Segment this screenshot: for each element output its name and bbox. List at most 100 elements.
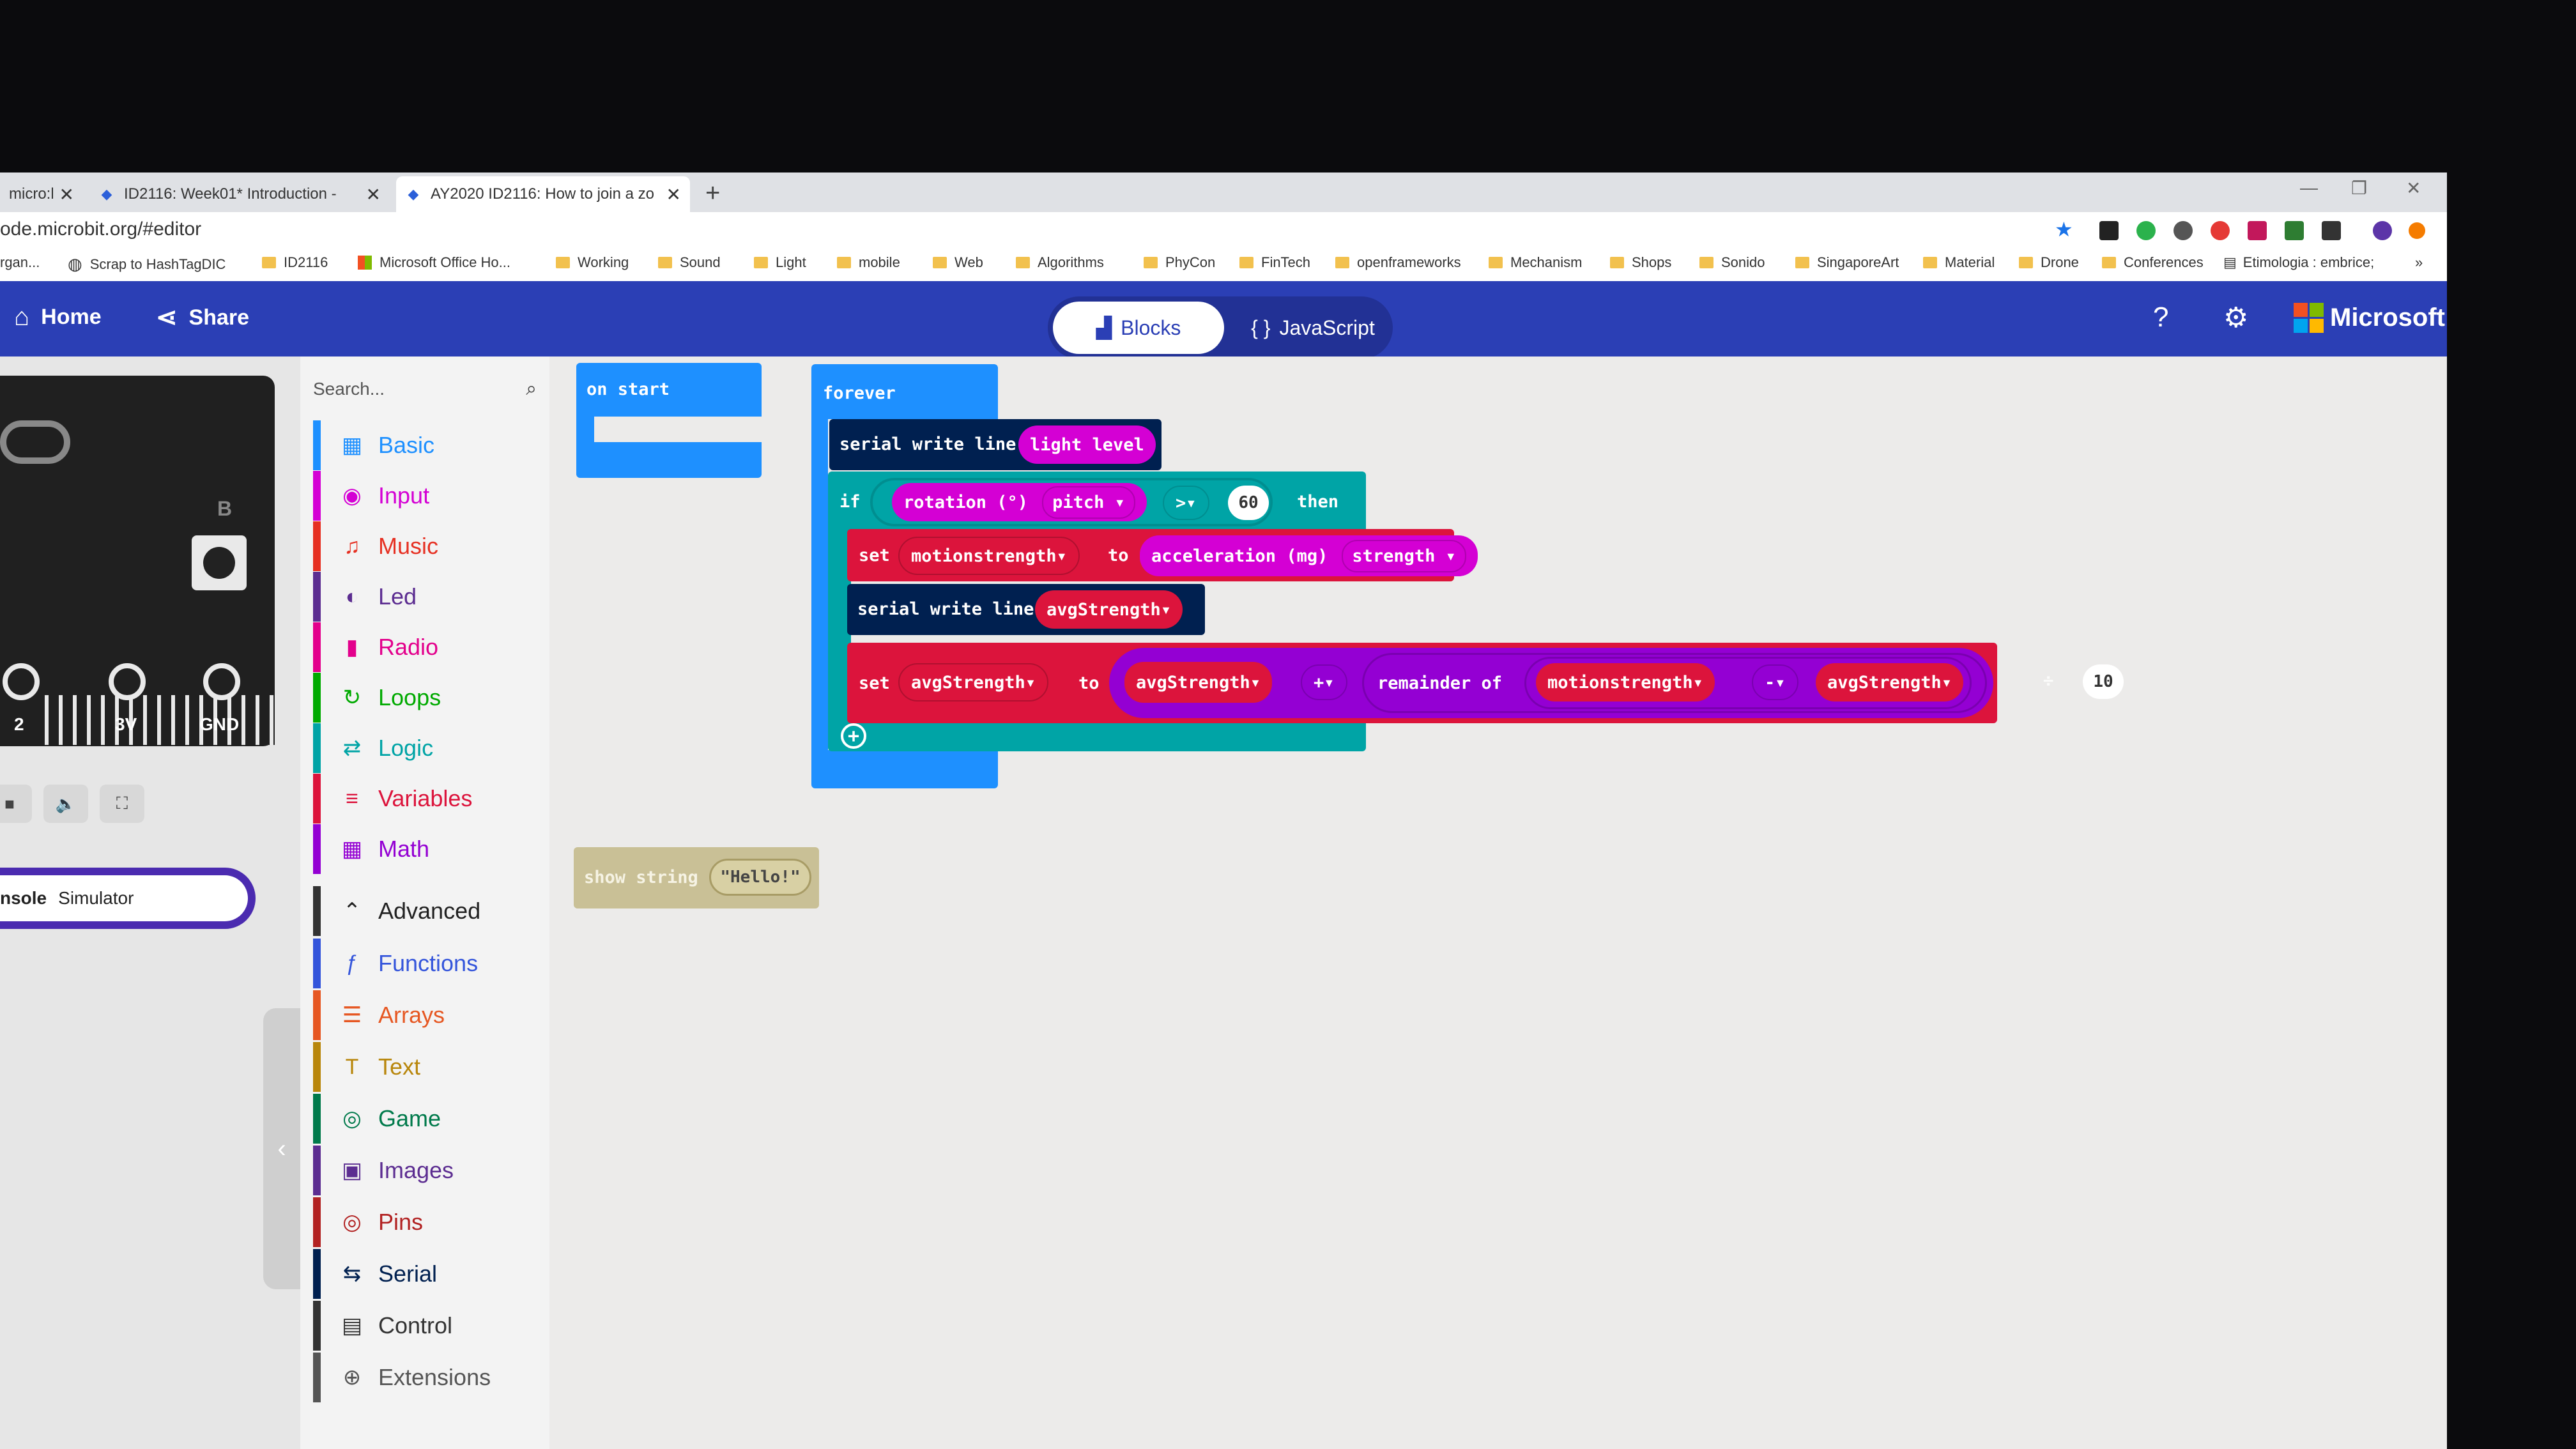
pin-2-hole[interactable] bbox=[3, 663, 40, 700]
operator-dropdown[interactable]: + bbox=[1301, 664, 1347, 700]
category-images[interactable]: ▣ Images bbox=[313, 1146, 543, 1195]
close-tab-icon[interactable]: ✕ bbox=[366, 184, 381, 205]
bookmark-item[interactable]: rgan... bbox=[0, 254, 40, 271]
fullscreen-icon[interactable]: ⛶ bbox=[100, 785, 144, 823]
search-icon[interactable]: ⌕ bbox=[526, 378, 537, 400]
strength-dropdown[interactable]: strength bbox=[1342, 539, 1466, 572]
category-music[interactable]: ♫ Music bbox=[313, 521, 543, 571]
category-math[interactable]: ▦ Math bbox=[313, 824, 543, 874]
blocks-tab[interactable]: ▟ Blocks bbox=[1053, 302, 1224, 354]
motionstrength-reporter[interactable]: motionstrength bbox=[1536, 663, 1715, 702]
collapse-simulator-button[interactable]: ‹ bbox=[263, 1008, 300, 1289]
category-control[interactable]: ▤ Control bbox=[313, 1301, 543, 1351]
bookmark-folder[interactable]: Shops bbox=[1610, 254, 1671, 271]
bookmark-folder[interactable]: Sound bbox=[658, 254, 721, 271]
microsoft-logo[interactable]: Microsoft bbox=[2294, 303, 2445, 333]
string-input[interactable]: " Hello! " bbox=[709, 859, 811, 896]
javascript-tab[interactable]: { } JavaScript bbox=[1239, 302, 1386, 354]
button-b[interactable] bbox=[192, 535, 247, 590]
serial-write-line-block[interactable]: serial write line avgStrength bbox=[847, 584, 1205, 635]
profile-avatar[interactable] bbox=[2373, 221, 2392, 240]
bookmark-folder[interactable]: Sonido bbox=[1699, 254, 1765, 271]
add-else-icon[interactable]: + bbox=[841, 723, 866, 749]
extension-icon[interactable] bbox=[2211, 221, 2230, 240]
number-input[interactable]: 10 bbox=[2083, 664, 2124, 699]
avgstrength-reporter[interactable]: avgStrength bbox=[1816, 663, 1964, 702]
rotation-reporter[interactable]: rotation (°) pitch bbox=[892, 483, 1147, 521]
acceleration-reporter[interactable]: acceleration (mg) strength bbox=[1140, 535, 1478, 576]
extension-icon[interactable] bbox=[2322, 221, 2341, 240]
maximize-icon[interactable]: ❐ bbox=[2351, 178, 2367, 199]
bookmark-folder[interactable]: Working bbox=[556, 254, 629, 271]
browser-tab[interactable]: ◆ ID2116: Week01* Introduction - ✕ bbox=[89, 176, 390, 212]
bookmark-folder[interactable]: Web bbox=[933, 254, 983, 271]
category-serial[interactable]: ⇆ Serial bbox=[313, 1249, 543, 1299]
update-icon[interactable] bbox=[2409, 222, 2425, 239]
category-loops[interactable]: ↻ Loops bbox=[313, 673, 543, 723]
bookmark-folder[interactable]: openframeworks bbox=[1335, 254, 1461, 271]
browser-tab[interactable]: micro:b ✕ bbox=[0, 176, 83, 212]
bookmark-item[interactable]: ◍ Scrap to HashTagDIC bbox=[68, 254, 226, 274]
category-arrays[interactable]: ☰ Arrays bbox=[313, 990, 543, 1040]
close-tab-icon[interactable]: ✕ bbox=[666, 184, 681, 205]
category-game[interactable]: ◎ Game bbox=[313, 1094, 543, 1144]
bookmark-folder[interactable]: PhyCon bbox=[1144, 254, 1215, 271]
bookmark-folder[interactable]: SingaporeArt bbox=[1795, 254, 1899, 271]
category-input[interactable]: ◉ Input bbox=[313, 471, 543, 521]
serial-write-line-block[interactable]: serial write line light level bbox=[829, 419, 1162, 470]
extension-icon[interactable] bbox=[2174, 221, 2193, 240]
gear-icon[interactable]: ⚙ bbox=[2223, 302, 2248, 334]
help-icon[interactable]: ? bbox=[2153, 302, 2168, 334]
category-led[interactable]: ◐ Led bbox=[313, 572, 543, 622]
set-avgstrength-block[interactable]: set avgStrength to avgStrength + remaind… bbox=[847, 643, 2124, 723]
bookmark-folder[interactable]: ID2116 bbox=[262, 254, 328, 271]
category-logic[interactable]: ⇄ Logic bbox=[313, 723, 543, 773]
operator-dropdown[interactable]: > bbox=[1163, 486, 1209, 520]
number-input[interactable]: 60 bbox=[1228, 486, 1269, 520]
bookmark-folder[interactable]: Drone bbox=[2019, 254, 2079, 271]
bookmark-folder[interactable]: Material bbox=[1923, 254, 1995, 271]
pin-3v-hole[interactable] bbox=[109, 663, 146, 700]
extension-icon[interactable] bbox=[2099, 221, 2119, 240]
url-field[interactable]: ode.microbit.org/#editor bbox=[0, 218, 201, 240]
pitch-dropdown[interactable]: pitch bbox=[1042, 486, 1135, 519]
browser-tab-active[interactable]: ◆ AY2020 ID2116: How to join a zo ✕ bbox=[396, 176, 690, 212]
bookmark-folder[interactable]: mobile bbox=[837, 254, 900, 271]
show-string-block[interactable]: show string " Hello! " bbox=[574, 847, 819, 908]
category-radio[interactable]: ▮ Radio bbox=[313, 622, 543, 672]
bookmark-folder[interactable]: Mechanism bbox=[1489, 254, 1582, 271]
avgstrength-reporter[interactable]: avgStrength bbox=[1124, 662, 1273, 703]
blocks-workspace[interactable]: on start forever serial write line light… bbox=[549, 356, 2447, 1449]
variable-dropdown[interactable]: avgStrength bbox=[898, 663, 1049, 702]
new-tab-button[interactable]: + bbox=[705, 179, 720, 208]
mute-icon[interactable]: 🔈 bbox=[43, 785, 88, 823]
category-functions[interactable]: ƒ Functions bbox=[313, 939, 543, 988]
extension-icon[interactable] bbox=[2248, 221, 2267, 240]
variable-dropdown[interactable]: motionstrength bbox=[898, 537, 1080, 575]
bookmark-folder[interactable]: Light bbox=[754, 254, 806, 271]
extension-icon[interactable] bbox=[2285, 221, 2304, 240]
bookmarks-overflow[interactable]: » bbox=[2415, 254, 2423, 271]
category-basic[interactable]: ▦ Basic bbox=[313, 420, 543, 470]
bookmark-folder[interactable]: Conferences bbox=[2102, 254, 2204, 271]
bookmark-folder[interactable]: Algorithms bbox=[1016, 254, 1104, 271]
bookmark-folder[interactable]: FinTech bbox=[1239, 254, 1310, 271]
bookmark-item[interactable]: Microsoft Office Ho... bbox=[358, 254, 510, 271]
minimize-icon[interactable]: — bbox=[2300, 178, 2318, 198]
operator-dropdown[interactable]: - bbox=[1752, 664, 1798, 700]
advanced-toggle[interactable]: ⌃ Advanced bbox=[313, 886, 543, 936]
category-extensions[interactable]: ⊕ Extensions bbox=[313, 1353, 543, 1402]
extension-icon[interactable] bbox=[2136, 221, 2156, 240]
avgstrength-reporter[interactable]: avgStrength bbox=[1035, 590, 1183, 629]
home-button[interactable]: ⌂ Home bbox=[14, 303, 102, 332]
share-button[interactable]: ⋖ Share bbox=[156, 303, 249, 332]
close-tab-icon[interactable]: ✕ bbox=[59, 184, 74, 205]
category-text[interactable]: T Text bbox=[313, 1042, 543, 1092]
bookmark-item[interactable]: ▤ Etimologia : embrice; bbox=[2223, 254, 2374, 271]
window-close-icon[interactable]: ✕ bbox=[2406, 178, 2421, 199]
button-a[interactable] bbox=[0, 420, 70, 464]
light-level-reporter[interactable]: light level bbox=[1018, 425, 1156, 464]
set-motionstrength-block[interactable]: set motionstrength to acceleration (mg) … bbox=[847, 529, 1478, 581]
category-variables[interactable]: ≡ Variables bbox=[313, 774, 543, 824]
microbit-board[interactable]: B 2 3V GND bbox=[0, 376, 275, 746]
